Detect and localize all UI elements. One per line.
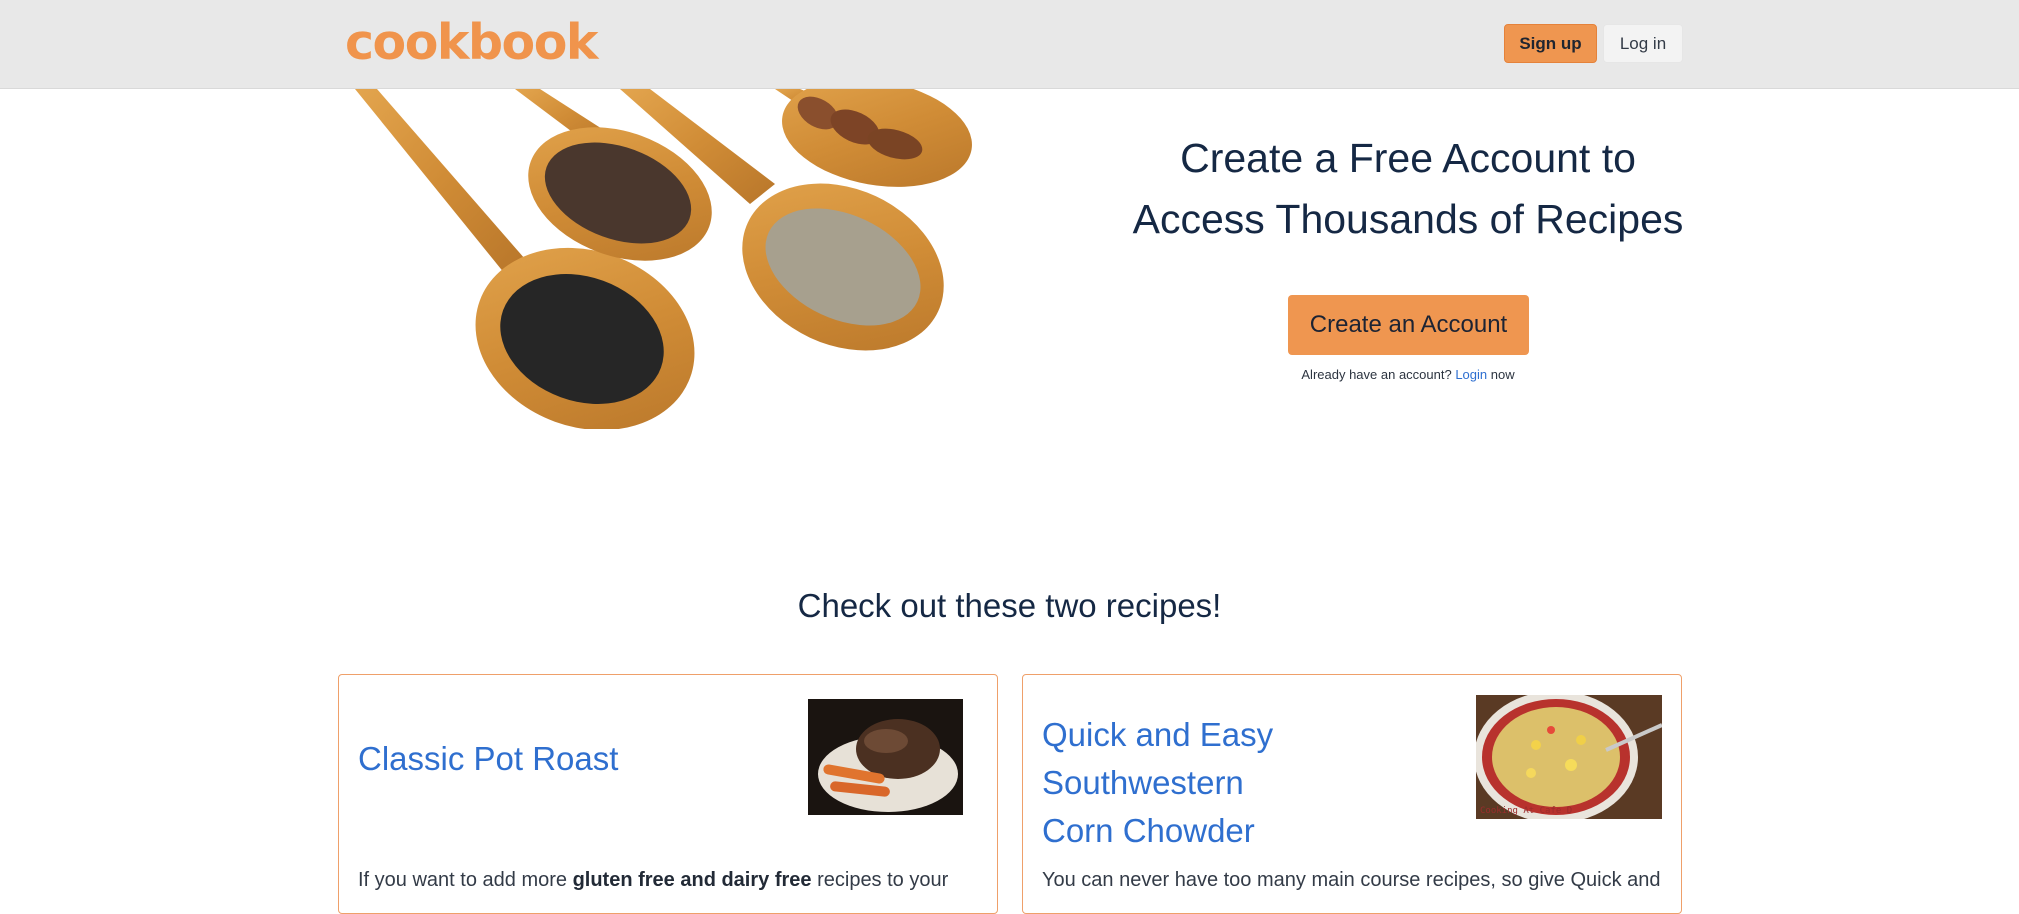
hero-title-line1: Create a Free Account to: [1180, 135, 1636, 181]
recipes-section-title: Check out these two recipes!: [797, 587, 1222, 624]
recipe-title-line2: Corn Chowder: [1042, 812, 1255, 849]
image-caption: Cooking At Cafe D: [1480, 806, 1572, 816]
create-account-button[interactable]: Create an Account: [1288, 295, 1529, 355]
signup-button[interactable]: Sign up: [1504, 24, 1597, 63]
recipe-card-corn-chowder[interactable]: Quick and Easy Southwestern Corn Chowder…: [1022, 674, 1682, 914]
already-suffix: now: [1487, 367, 1515, 382]
recipe-description: You can never have too many main course …: [1042, 869, 1661, 891]
already-have-account-text: Already have an account? Login now: [1130, 367, 1686, 382]
corn-chowder-image[interactable]: Cooking At Cafe D: [1476, 695, 1662, 819]
hero-title-line2: Access Thousands of Recipes: [1132, 196, 1684, 242]
recipe-desc-bold: gluten free and dairy free: [572, 869, 812, 891]
recipe-card-pot-roast[interactable]: Classic Pot Roast If you want to add mor…: [338, 674, 998, 914]
login-link[interactable]: Login: [1455, 367, 1487, 382]
cookbook-logo[interactable]: cookbook: [345, 14, 598, 71]
navbar: cookbook Sign up Log in: [0, 0, 2019, 89]
login-button[interactable]: Log in: [1603, 24, 1683, 63]
recipe-description: If you want to add more gluten free and …: [358, 869, 978, 892]
recipe-title-line1: Quick and Easy Southwestern: [1042, 716, 1274, 801]
already-prefix: Already have an account?: [1301, 367, 1456, 382]
recipe-desc-after: recipes to your: [811, 869, 949, 891]
hero-title: Create a Free Account to Access Thousand…: [1130, 128, 1686, 250]
recipe-desc-before: If you want to add more: [358, 869, 573, 891]
hero-spoons-image: [355, 89, 972, 429]
recipe-title[interactable]: Classic Pot Roast: [358, 735, 758, 783]
pot-roast-image[interactable]: [808, 699, 963, 815]
recipe-title[interactable]: Quick and Easy Southwestern Corn Chowder: [1042, 711, 1462, 855]
